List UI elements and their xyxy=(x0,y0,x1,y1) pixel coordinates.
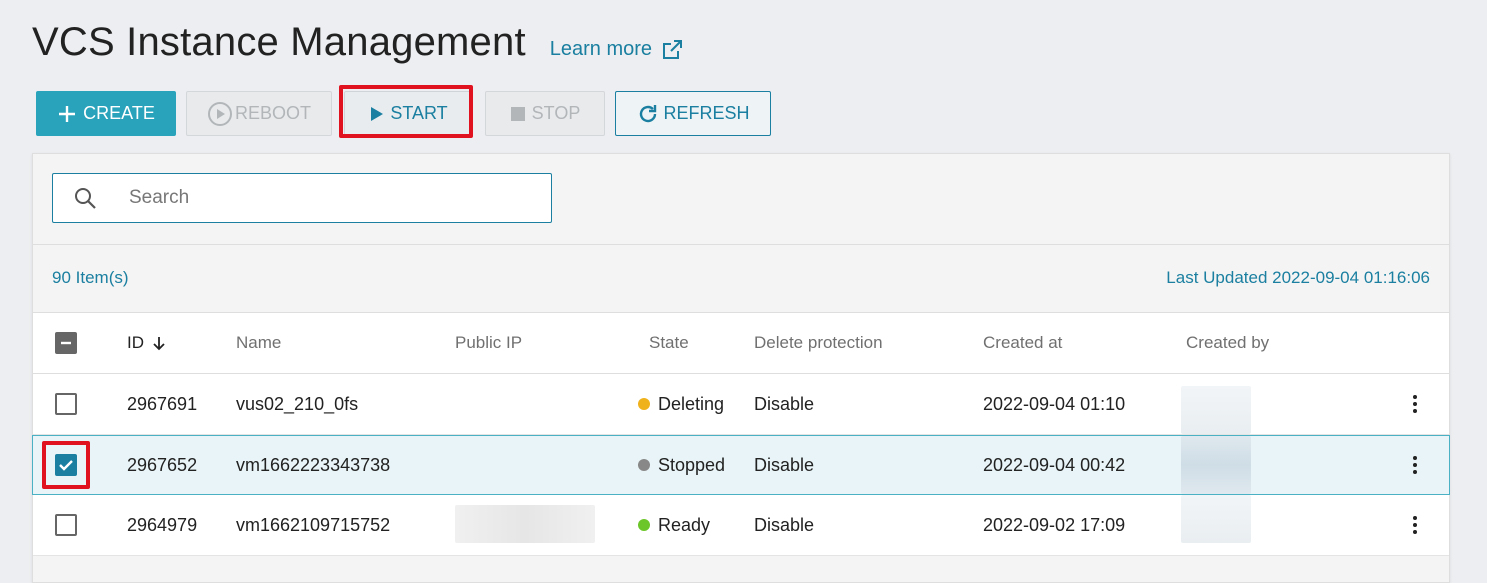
play-circle-icon xyxy=(207,101,233,127)
row-checkbox-cell xyxy=(55,495,77,555)
header-state[interactable]: State xyxy=(649,313,689,373)
row-checkbox[interactable] xyxy=(55,454,77,476)
table-header: ID Name Public IP State Delete protectio… xyxy=(33,313,1449,374)
instance-panel: 90 Item(s) Last Updated 2022-09-04 01:16… xyxy=(32,153,1450,583)
play-icon xyxy=(368,106,384,122)
create-label: CREATE xyxy=(83,103,155,123)
row-checkbox[interactable] xyxy=(55,393,77,415)
divider xyxy=(33,244,1449,245)
row-checkbox[interactable] xyxy=(55,514,77,536)
row-state: Stopped xyxy=(638,436,725,494)
status-dot xyxy=(638,459,650,471)
row-created-at: 2022-09-02 17:09 xyxy=(983,514,1126,535)
create-button[interactable]: CREATE xyxy=(36,91,176,136)
status-dot xyxy=(638,519,650,531)
table-row[interactable]: 2967691 vus02_210_0fs Deleting Disable 2… xyxy=(33,374,1449,435)
row-state-label: Stopped xyxy=(658,454,726,475)
redacted-created-by xyxy=(1181,495,1251,543)
search-box[interactable] xyxy=(52,173,552,223)
title-row: VCS Instance Management Learn more xyxy=(32,20,684,65)
row-name: vm1662223343738 xyxy=(236,454,391,475)
header-id[interactable]: ID xyxy=(127,313,168,373)
reboot-label: REBOOT xyxy=(234,103,311,123)
row-delete-protection: Disable xyxy=(754,514,815,535)
row-state-label: Deleting xyxy=(658,393,725,414)
select-all-checkbox[interactable] xyxy=(55,332,77,354)
plus-icon xyxy=(57,104,77,124)
search-icon xyxy=(73,186,97,210)
redacted-public-ip xyxy=(455,505,595,543)
row-id: 2964979 xyxy=(127,514,198,535)
page-title: VCS Instance Management xyxy=(32,20,526,64)
start-label: START xyxy=(390,103,448,123)
header-public-ip[interactable]: Public IP xyxy=(455,313,522,373)
learn-more-label: Learn more xyxy=(549,38,653,60)
table-row[interactable]: 2967652 vm1662223343738 Stopped Disable … xyxy=(32,435,1450,495)
reboot-button[interactable]: REBOOT xyxy=(186,91,332,136)
row-id: 2967652 xyxy=(127,454,198,475)
redacted-created-by xyxy=(1181,386,1251,434)
row-checkbox-cell xyxy=(55,436,77,494)
check-icon xyxy=(59,460,73,471)
start-button[interactable]: START xyxy=(344,91,472,136)
row-state: Ready xyxy=(638,495,710,555)
header-name[interactable]: Name xyxy=(236,313,281,373)
stop-label: STOP xyxy=(531,103,581,123)
header-delete-protection[interactable]: Delete protection xyxy=(754,313,883,373)
redacted-created-by xyxy=(1181,436,1251,494)
row-delete-protection: Disable xyxy=(754,393,815,414)
refresh-label: REFRESH xyxy=(663,103,750,123)
minus-icon xyxy=(61,341,71,345)
instance-table: ID Name Public IP State Delete protectio… xyxy=(32,312,1450,556)
row-created-at: 2022-09-04 00:42 xyxy=(983,454,1126,475)
table-row[interactable]: 2964979 vm1662109715752 Ready Disable 20… xyxy=(33,495,1449,556)
row-state-label: Ready xyxy=(658,514,711,535)
more-vert-icon xyxy=(1403,394,1427,415)
refresh-button[interactable]: REFRESH xyxy=(615,91,771,136)
row-name: vm1662109715752 xyxy=(236,514,391,535)
items-count: 90 Item(s) xyxy=(52,268,129,287)
stop-icon xyxy=(510,106,526,122)
header-created-at[interactable]: Created at xyxy=(983,313,1062,373)
more-vert-icon xyxy=(1403,515,1427,536)
row-checkbox-cell xyxy=(55,374,77,434)
row-name: vus02_210_0fs xyxy=(236,393,359,414)
more-vert-icon xyxy=(1403,455,1427,476)
row-menu[interactable] xyxy=(1403,495,1427,555)
row-state: Deleting xyxy=(638,374,724,434)
stop-button[interactable]: STOP xyxy=(485,91,605,136)
external-link-icon xyxy=(663,39,683,59)
row-created-at: 2022-09-04 01:10 xyxy=(983,393,1126,414)
row-menu[interactable] xyxy=(1403,436,1427,494)
row-menu[interactable] xyxy=(1403,374,1427,434)
last-updated: Last Updated 2022-09-04 01:16:06 xyxy=(1166,268,1430,287)
header-id-label: ID xyxy=(127,333,144,352)
refresh-icon xyxy=(636,102,660,126)
header-created-by[interactable]: Created by xyxy=(1186,313,1269,373)
row-id: 2967691 xyxy=(127,393,198,414)
search-input[interactable] xyxy=(127,186,511,210)
status-dot xyxy=(638,398,650,410)
arrow-down-icon xyxy=(153,337,165,351)
header-checkbox-cell xyxy=(55,313,77,373)
learn-more-link[interactable]: Learn more xyxy=(550,38,684,62)
row-delete-protection: Disable xyxy=(754,454,815,475)
